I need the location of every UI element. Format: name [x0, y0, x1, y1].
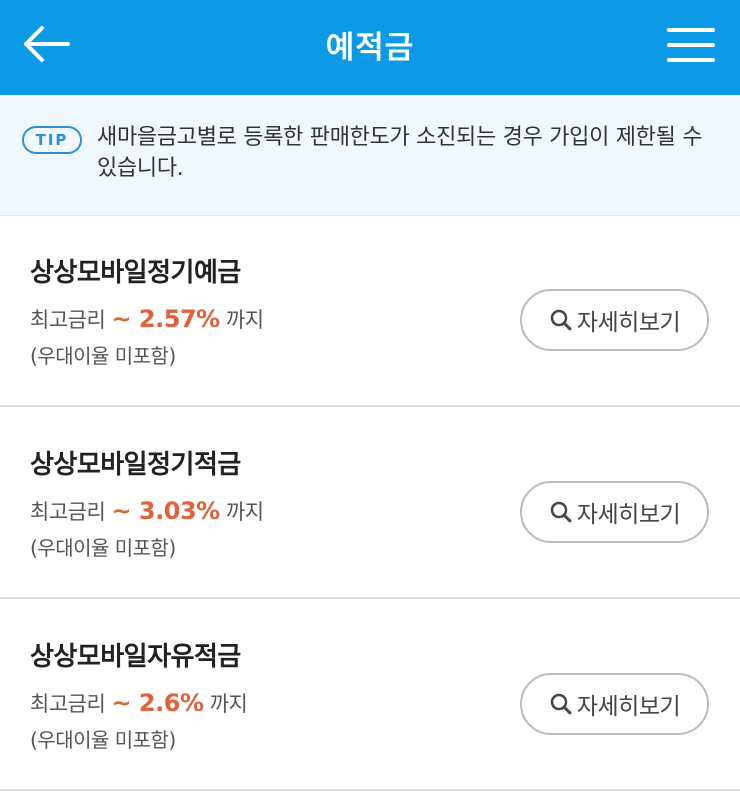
product-item[interactable]: 상상모바일정기적금 최고금리 ~ 3.03% 까지 (우대이율 미포함) 자세히… [0, 408, 740, 599]
detail-button[interactable]: 자세히보기 [520, 481, 709, 543]
rate-suffix: 까지 [209, 692, 248, 716]
rate-note: (우대이율 미포함) [30, 344, 176, 368]
rate-line: 최고금리 ~ 2.6% 까지 [30, 688, 248, 718]
rate-value: ~ 2.6% [111, 689, 204, 717]
product-name: 상상모바일정기예금 [30, 258, 241, 288]
detail-button[interactable]: 자세히보기 [520, 673, 709, 735]
hamburger-menu-icon [667, 28, 715, 62]
rate-value: ~ 3.03% [111, 497, 220, 525]
rate-label: 최고금리 [30, 308, 106, 332]
rate-label: 최고금리 [30, 692, 106, 716]
detail-button-label: 자세히보기 [576, 694, 681, 720]
product-name: 상상모바일정기적금 [30, 450, 241, 480]
rate-value: ~ 2.57% [111, 305, 220, 333]
menu-button[interactable] [660, 20, 722, 70]
product-item[interactable]: 상상모바일자유적금 최고금리 ~ 2.6% 까지 (우대이율 미포함) 자세히보… [0, 600, 740, 791]
rate-note: (우대이율 미포함) [30, 536, 176, 560]
product-item[interactable]: 상상모바일정기예금 최고금리 ~ 2.57% 까지 (우대이율 미포함) 자세히… [0, 216, 740, 407]
rate-suffix: 까지 [225, 308, 264, 332]
detail-button-label: 자세히보기 [576, 502, 681, 528]
tip-text: 새마을금고별로 등록한 판매한도가 소진되는 경우 가입이 제한될 수 있습니다… [97, 125, 703, 181]
detail-button-label: 자세히보기 [576, 310, 681, 336]
search-icon [550, 693, 572, 715]
rate-note: (우대이율 미포함) [30, 728, 176, 752]
search-icon [550, 501, 572, 523]
tip-badge: TIP [22, 126, 82, 154]
product-name: 상상모바일자유적금 [30, 642, 241, 672]
page-title: 예적금 [325, 30, 415, 66]
app-header: 예적금 [0, 0, 740, 95]
rate-line: 최고금리 ~ 3.03% 까지 [30, 496, 264, 526]
rate-suffix: 까지 [225, 500, 264, 524]
detail-button[interactable]: 자세히보기 [520, 289, 709, 351]
search-icon [550, 309, 572, 331]
rate-line: 최고금리 ~ 2.57% 까지 [30, 304, 264, 334]
rate-label: 최고금리 [30, 500, 106, 524]
